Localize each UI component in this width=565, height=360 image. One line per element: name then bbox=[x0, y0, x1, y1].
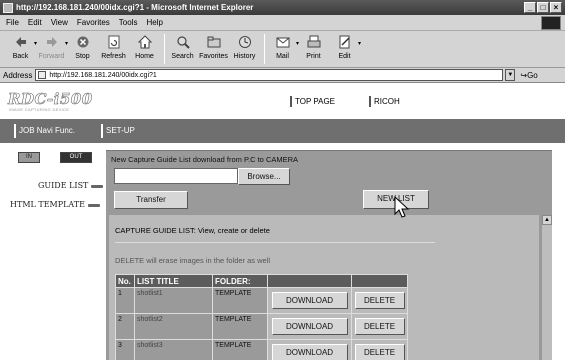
favorites-button[interactable]: Favorites bbox=[199, 34, 228, 60]
history-button[interactable]: History bbox=[230, 34, 259, 60]
row-title: shotlist1 bbox=[134, 287, 213, 314]
stop-icon bbox=[77, 36, 88, 48]
toolbar-separator bbox=[164, 34, 165, 64]
stop-button[interactable]: Stop bbox=[68, 34, 97, 60]
address-url: http://192.168.181.240/00idx.cgi?1 bbox=[49, 71, 157, 79]
file-path-input[interactable] bbox=[114, 168, 238, 184]
windows-logo-icon bbox=[541, 16, 561, 30]
home-icon bbox=[137, 35, 152, 49]
download-button[interactable]: DOWNLOAD bbox=[271, 292, 348, 309]
history-icon bbox=[238, 36, 251, 48]
edit-dropdown-icon[interactable]: ▾ bbox=[358, 40, 361, 47]
divider bbox=[115, 242, 435, 243]
address-input[interactable]: http://192.168.181.240/00idx.cgi?1 bbox=[35, 69, 504, 81]
download-heading: New Capture Guide List download from P.C… bbox=[111, 155, 299, 164]
nav-job-navi[interactable]: JOB Navi Func. bbox=[14, 124, 75, 138]
table-row: 2 shotlist2 TEMPLATE DOWNLOAD DELETE bbox=[115, 313, 408, 340]
minimize-button[interactable]: _ bbox=[524, 2, 536, 13]
top-page-link[interactable]: TOP PAGE bbox=[290, 96, 335, 107]
refresh-icon bbox=[108, 35, 119, 49]
window-title-bar: http://192.168.181.240/00idx.cgi?1 - Mic… bbox=[0, 0, 565, 15]
row-title: shotlist2 bbox=[134, 313, 213, 340]
mail-icon bbox=[276, 37, 289, 48]
go-button[interactable]: ↪Go bbox=[520, 71, 537, 80]
search-icon bbox=[176, 36, 190, 49]
mouse-cursor-icon bbox=[394, 196, 410, 218]
menu-edit[interactable]: Edit bbox=[28, 18, 42, 27]
delete-button[interactable]: DELETE bbox=[354, 344, 405, 360]
forward-button[interactable]: Forward ▾ bbox=[37, 34, 68, 60]
edit-icon bbox=[339, 35, 350, 49]
row-title: shotlist3 bbox=[134, 339, 213, 360]
print-button[interactable]: Print bbox=[299, 34, 328, 60]
transfer-button[interactable]: Transfer bbox=[114, 191, 188, 209]
guide-list-table: No. LIST TITLE FOLDER: 1 shotlist1 TEMPL… bbox=[115, 274, 408, 360]
table-row: 3 shotlist3 TEMPLATE DOWNLOAD DELETE bbox=[115, 339, 408, 360]
nav-setup[interactable]: SET-UP bbox=[101, 124, 135, 138]
back-button[interactable]: Back ▾ bbox=[6, 34, 37, 60]
column-header-folder: FOLDER: bbox=[212, 274, 268, 288]
maximize-button[interactable]: □ bbox=[537, 2, 549, 13]
address-bar: Address http://192.168.181.240/00idx.cgi… bbox=[0, 68, 565, 83]
browse-button[interactable]: Browse... bbox=[238, 168, 290, 185]
back-arrow-icon bbox=[15, 37, 26, 47]
menu-help[interactable]: Help bbox=[146, 18, 162, 27]
table-row: 1 shotlist1 TEMPLATE DOWNLOAD DELETE bbox=[115, 287, 408, 314]
row-folder: TEMPLATE bbox=[212, 287, 268, 314]
home-button[interactable]: Home bbox=[130, 34, 159, 60]
favorites-icon bbox=[207, 36, 220, 48]
menu-file[interactable]: File bbox=[6, 18, 19, 27]
print-icon bbox=[307, 35, 320, 48]
menu-bar: File Edit View Favorites Tools Help bbox=[0, 15, 565, 31]
mail-button[interactable]: Mail ▾ bbox=[268, 34, 299, 60]
site-logo: RDC-i500 bbox=[8, 90, 93, 109]
out-mode-button[interactable]: OUT bbox=[60, 152, 92, 163]
delete-warning: DELETE will erase images in the folder a… bbox=[115, 256, 271, 265]
edit-button[interactable]: Edit ▾ bbox=[330, 34, 361, 60]
column-header-download bbox=[267, 274, 352, 288]
delete-button[interactable]: DELETE bbox=[354, 292, 405, 309]
close-button[interactable]: × bbox=[550, 2, 562, 13]
row-number: 3 bbox=[115, 339, 135, 360]
row-number: 2 bbox=[115, 313, 135, 340]
arrow-icon bbox=[87, 203, 100, 207]
row-number: 1 bbox=[115, 287, 135, 314]
toolbar-separator bbox=[264, 34, 265, 64]
delete-button[interactable]: DELETE bbox=[354, 318, 405, 335]
html-template-link[interactable]: HTML TEMPLATE bbox=[10, 200, 100, 209]
menu-view[interactable]: View bbox=[51, 18, 68, 27]
ie-icon bbox=[3, 2, 13, 13]
address-label: Address bbox=[3, 70, 33, 80]
browser-toolbar: Back ▾ Forward ▾ Stop Refresh Home Search … bbox=[0, 31, 565, 68]
web-page: RDC-i500 IMAGE CAPTURING DEVICE TOP PAGE… bbox=[0, 84, 565, 360]
site-logo-subtitle: IMAGE CAPTURING DEVICE bbox=[9, 107, 70, 112]
table-header-row: No. LIST TITLE FOLDER: bbox=[115, 274, 408, 288]
scroll-up-icon[interactable]: ▲ bbox=[542, 215, 552, 225]
address-dropdown-icon[interactable]: ▼ bbox=[505, 69, 516, 81]
site-nav-bar: JOB Navi Func. SET-UP bbox=[0, 119, 565, 143]
vertical-scrollbar[interactable] bbox=[542, 215, 552, 360]
page-icon bbox=[38, 71, 47, 79]
ricoh-link[interactable]: RICOH bbox=[369, 96, 400, 107]
download-button[interactable]: DOWNLOAD bbox=[271, 318, 348, 335]
section-title: CAPTURE GUIDE LIST: View, create or dele… bbox=[115, 226, 270, 235]
guide-list-link[interactable]: GUIDE LIST bbox=[38, 181, 104, 190]
row-folder: TEMPLATE bbox=[212, 313, 268, 340]
refresh-button[interactable]: Refresh bbox=[99, 34, 128, 60]
in-mode-button[interactable]: IN bbox=[18, 152, 40, 163]
forward-arrow-icon bbox=[46, 37, 57, 47]
row-folder: TEMPLATE bbox=[212, 339, 268, 360]
menu-tools[interactable]: Tools bbox=[119, 18, 138, 27]
arrow-icon bbox=[91, 184, 104, 188]
column-header-title: LIST TITLE bbox=[134, 274, 213, 288]
column-header-no: No. bbox=[115, 274, 135, 288]
download-button[interactable]: DOWNLOAD bbox=[271, 344, 348, 360]
column-header-delete bbox=[351, 274, 408, 288]
window-title: http://192.168.181.240/00idx.cgi?1 - Mic… bbox=[16, 3, 254, 12]
menu-favorites[interactable]: Favorites bbox=[77, 18, 110, 27]
search-button[interactable]: Search bbox=[168, 34, 197, 60]
